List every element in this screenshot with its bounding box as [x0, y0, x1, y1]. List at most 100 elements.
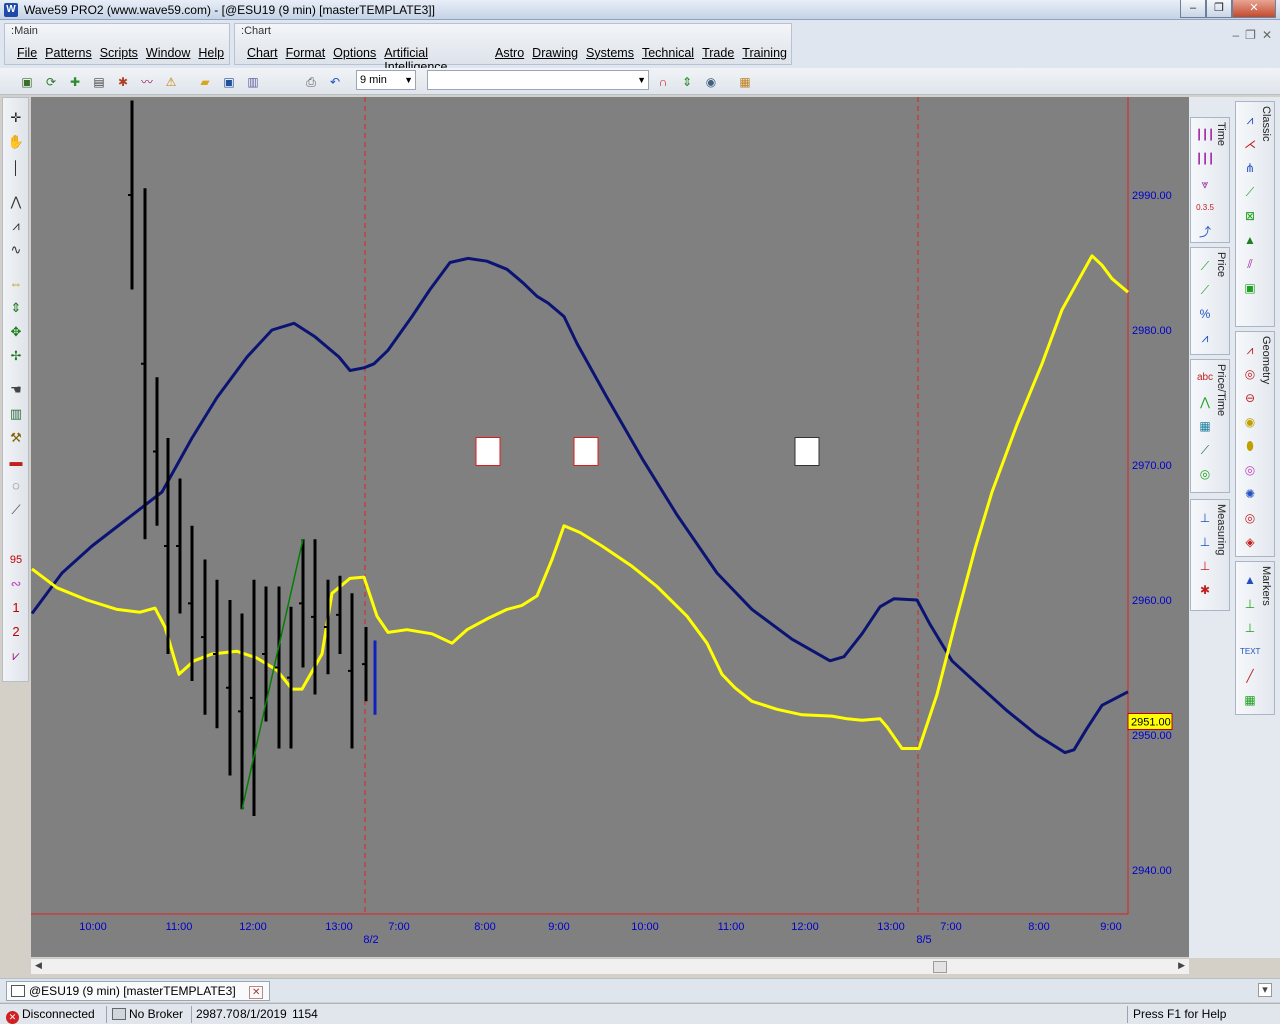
scroll-left-icon[interactable]: ◀ [35, 960, 42, 971]
chart-area[interactable]: 2990.00 2980.00 2970.00 2960.00 2950.00 2940.… [30, 97, 1189, 957]
price-trend-icon[interactable]: ⟋ [1195, 256, 1215, 276]
interval-select[interactable]: 9 min ▼ [356, 70, 416, 90]
95-icon[interactable]: 95 [6, 550, 26, 570]
tab-list-dropdown-icon[interactable]: ▾ [1258, 983, 1272, 997]
hand-icon[interactable]: ✋ [6, 132, 26, 152]
geo-fan-icon[interactable]: ⩘ [1240, 340, 1260, 360]
fib-small-icon[interactable]: ✢ [6, 346, 26, 366]
abc-icon[interactable]: abc [1195, 368, 1215, 388]
zigzag-icon[interactable]: ⩗ [6, 646, 26, 666]
one-icon[interactable]: 1 [6, 598, 26, 618]
ruler-icon[interactable]: ⟋ [6, 500, 26, 520]
marker-level2-icon[interactable]: ⊥ [1240, 618, 1260, 638]
pt-fan-icon[interactable]: ⟋ [1195, 440, 1215, 460]
minimize-button[interactable]: ‒ [1180, 0, 1206, 18]
refresh-button[interactable]: ⟳ [42, 73, 60, 91]
image-button[interactable]: ▦ [736, 73, 754, 91]
scroll-right-icon[interactable]: ▶ [1178, 960, 1185, 971]
geo-diamond-icon[interactable]: ◈ [1240, 532, 1260, 552]
chart-tab[interactable]: @ESU19 (9 min) [masterTEMPLATE3] ✕ [6, 981, 271, 1001]
menu-patterns[interactable]: Patterns [41, 46, 96, 60]
crosshair-icon[interactable]: ✛ [6, 108, 26, 128]
gann-fan-icon[interactable]: ⩘ [1240, 110, 1260, 130]
trash-icon[interactable]: ▥ [6, 404, 26, 424]
measure-3-icon[interactable]: ⊥ [1195, 556, 1215, 576]
menu-help[interactable]: Help [194, 46, 228, 60]
pt-circle-icon[interactable]: ◎ [1195, 464, 1215, 484]
grid-icon[interactable]: ▦ [1240, 690, 1260, 710]
two-icon[interactable]: 2 [6, 622, 26, 642]
updown-arrow-button[interactable]: ⇕ [678, 73, 696, 91]
andrews-icon[interactable]: ⋌ [1240, 134, 1260, 154]
channel-icon[interactable]: ⟋ [1240, 182, 1260, 202]
symbol-select[interactable]: ▼ [427, 70, 649, 90]
save-as-button[interactable]: ▥ [244, 73, 262, 91]
symbol-dropdown-arrow-icon[interactable]: ▼ [637, 71, 646, 89]
time-fan-icon[interactable]: ⩔ [1195, 174, 1215, 194]
geo-oval-icon[interactable]: ⬮ [1240, 436, 1260, 456]
geo-circle-icon[interactable]: ◎ [1240, 364, 1260, 384]
measure-2-icon[interactable]: ⊥ [1195, 532, 1215, 552]
geo-spiral-icon[interactable]: ◎ [1240, 460, 1260, 480]
triangle-icon[interactable]: ▲ [1240, 230, 1260, 250]
mdi-restore-button[interactable]: ❐ [1245, 28, 1256, 42]
fib-vertical-icon[interactable]: ⇕ [6, 298, 26, 318]
measure-1-icon[interactable]: ⊥ [1195, 508, 1215, 528]
menu-window[interactable]: Window [142, 46, 194, 60]
vertical-line-icon[interactable]: │ [6, 158, 26, 178]
print-button[interactable]: ⎙ [302, 73, 320, 91]
film-button[interactable]: ▤ [90, 73, 108, 91]
arrow-up-icon[interactable]: ▲ [1240, 570, 1260, 590]
menu-file[interactable]: File [13, 46, 41, 60]
add-button[interactable]: ✚ [66, 73, 84, 91]
replay-button[interactable]: ✱ [114, 73, 132, 91]
alert-button[interactable]: ⚠ [162, 73, 180, 91]
mdi-minimize-button[interactable]: ‒ [1232, 28, 1239, 42]
wrench-icon[interactable]: ⚒ [6, 428, 26, 448]
percent-icon[interactable]: % [1195, 304, 1215, 324]
line-icon[interactable]: ╱ [1240, 666, 1260, 686]
price-chart[interactable]: 2990.00 2980.00 2970.00 2960.00 2950.00 2940.… [30, 97, 1189, 957]
save-button[interactable]: ▣ [220, 73, 238, 91]
magnet-button[interactable]: ∩ [654, 73, 672, 91]
time-trend-icon[interactable]: ⤴ [1195, 222, 1215, 242]
lasso-icon[interactable]: ◌ [6, 476, 26, 496]
menu-scripts[interactable]: Scripts [96, 46, 142, 60]
square-marker[interactable] [475, 437, 501, 466]
price-channel-icon[interactable]: ⟋ [1195, 280, 1215, 300]
time-bars-icon[interactable]: ┃┃┃ [1195, 126, 1215, 146]
open-folder-button[interactable]: ▰ [196, 73, 214, 91]
geo-star-icon[interactable]: ✺ [1240, 484, 1260, 504]
eye-button[interactable]: ◉ [702, 73, 720, 91]
fib-time-icon[interactable]: 0.3.5 [1195, 198, 1215, 218]
interval-dropdown-arrow-icon[interactable]: ▼ [404, 71, 413, 89]
fib-cross-icon[interactable]: ✥ [6, 322, 26, 342]
mdi-close-button[interactable]: ✕ [1262, 28, 1272, 42]
sine-icon[interactable]: ∾ [6, 574, 26, 594]
geo-ring-icon[interactable]: ◎ [1240, 508, 1260, 528]
square-icon[interactable]: ▣ [1240, 278, 1260, 298]
square-marker[interactable] [794, 437, 820, 466]
close-button[interactable]: ✕ [1232, 0, 1276, 18]
box-icon[interactable]: ⊠ [1240, 206, 1260, 226]
horizontal-scrollbar[interactable]: ◀ ▶ [31, 958, 1189, 974]
text-icon[interactable]: TEXT [1240, 642, 1260, 662]
wave-count-icon[interactable]: ⋀ [6, 192, 26, 212]
fib-bar-icon[interactable]: ⇔ [6, 274, 26, 294]
fork-icon[interactable]: ⋔ [1240, 158, 1260, 178]
curve-icon[interactable]: ∿ [6, 240, 26, 260]
pt-trend-icon[interactable]: ⋀ [1195, 392, 1215, 412]
scroll-thumb[interactable] [933, 961, 947, 973]
tab-close-icon[interactable]: ✕ [249, 986, 264, 999]
geo-target-icon[interactable]: ◉ [1240, 412, 1260, 432]
new-chart-button[interactable]: ▣ [18, 73, 36, 91]
square-marker[interactable] [573, 437, 599, 466]
marker-level-icon[interactable]: ⊥ [1240, 594, 1260, 614]
indicator-button[interactable]: 〰 [138, 73, 156, 91]
truck-icon[interactable]: ▬ [6, 452, 26, 472]
parallel-icon[interactable]: ⫽ [1240, 254, 1260, 274]
measure-4-icon[interactable]: ✱ [1195, 580, 1215, 600]
pt-box-icon[interactable]: ▦ [1195, 416, 1215, 436]
time-bars2-icon[interactable]: ┃┃┃ [1195, 150, 1215, 170]
geo-ellipse-icon[interactable]: ⊖ [1240, 388, 1260, 408]
